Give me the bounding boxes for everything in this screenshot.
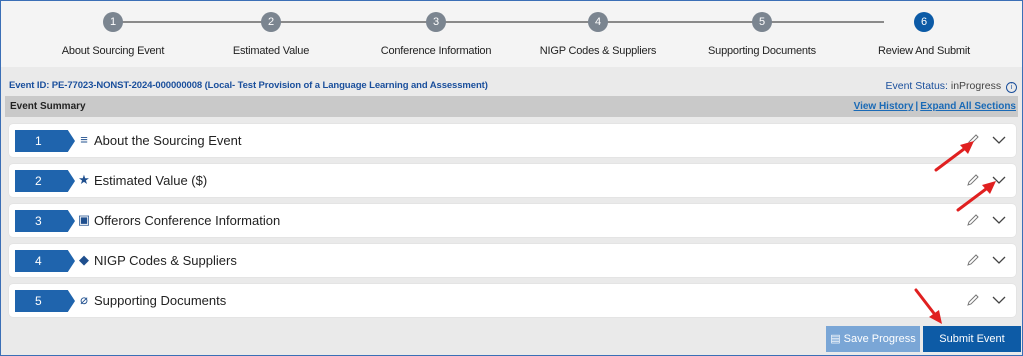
section-about-sourcing-event[interactable]: 1 ≡ About the Sourcing Event bbox=[9, 124, 1016, 157]
step-4-label: NIGP Codes & Suppliers bbox=[539, 45, 657, 57]
submit-event-button[interactable]: Submit Event bbox=[923, 326, 1021, 352]
chevron-down-icon[interactable] bbox=[992, 295, 1006, 305]
section-1-title: About the Sourcing Event bbox=[94, 133, 242, 148]
step-5[interactable]: 5 Supporting Documents bbox=[692, 12, 832, 57]
step-2[interactable]: 2 Estimated Value bbox=[201, 12, 341, 57]
info-icon[interactable]: i bbox=[1006, 82, 1017, 93]
section-estimated-value[interactable]: 2 ★ Estimated Value ($) bbox=[9, 164, 1016, 197]
section-3-number-badge: 3 bbox=[15, 210, 75, 232]
section-5-number-badge: 5 bbox=[15, 290, 75, 312]
section-2-number-badge: 2 bbox=[15, 170, 75, 192]
progress-stepper: 1 About Sourcing Event 2 Estimated Value… bbox=[1, 1, 1022, 67]
pencil-icon[interactable] bbox=[965, 172, 981, 188]
chevron-down-icon[interactable] bbox=[992, 215, 1006, 225]
chevron-down-icon[interactable] bbox=[992, 135, 1006, 145]
section-3-title: Offerors Conference Information bbox=[94, 213, 281, 228]
chevron-down-icon[interactable] bbox=[992, 255, 1006, 265]
event-status-label: Event Status: bbox=[885, 80, 948, 92]
event-status: Event Status: inProgress i bbox=[885, 80, 1017, 93]
section-4-number-badge: 4 bbox=[15, 250, 75, 272]
event-status-value: inProgress bbox=[950, 80, 1002, 92]
paperclip-icon: ⌀ bbox=[80, 292, 88, 307]
step-3-label: Conference Information bbox=[380, 45, 492, 57]
pencil-icon[interactable] bbox=[965, 252, 981, 268]
save-icon: ▤ bbox=[830, 333, 841, 345]
calendar-icon: ▣ bbox=[77, 212, 91, 227]
step-1-circle: 1 bbox=[103, 12, 123, 32]
section-4-title: NIGP Codes & Suppliers bbox=[94, 253, 237, 268]
step-6-label: Review And Submit bbox=[878, 45, 970, 57]
pencil-icon[interactable] bbox=[965, 132, 981, 148]
section-supporting-documents[interactable]: 5 ⌀ Supporting Documents bbox=[9, 284, 1016, 317]
list-icon: ≡ bbox=[80, 132, 88, 147]
save-progress-label: Save Progress bbox=[843, 333, 916, 345]
step-5-circle: 5 bbox=[752, 12, 772, 32]
step-2-label: Estimated Value bbox=[232, 45, 310, 57]
event-summary-title: Event Summary bbox=[10, 101, 86, 112]
tag-icon: ◆ bbox=[79, 252, 89, 267]
section-offerors-conference[interactable]: 3 ▣ Offerors Conference Information bbox=[9, 204, 1016, 237]
event-summary-bar: Event Summary View History | Expand All Se… bbox=[5, 96, 1018, 117]
step-6[interactable]: 6 Review And Submit bbox=[854, 12, 994, 57]
event-id: Event ID: PE-77023-NONST-2024-000000008 … bbox=[9, 80, 488, 91]
save-progress-button[interactable]: ▤ Save Progress bbox=[826, 326, 920, 352]
step-6-circle: 6 bbox=[914, 12, 934, 32]
star-icon: ★ bbox=[78, 172, 90, 187]
step-1-label: About Sourcing Event bbox=[61, 45, 165, 57]
link-separator: | bbox=[915, 101, 919, 112]
section-2-title: Estimated Value ($) bbox=[94, 173, 208, 188]
step-4[interactable]: 4 NIGP Codes & Suppliers bbox=[528, 12, 668, 57]
step-3[interactable]: 3 Conference Information bbox=[366, 12, 506, 57]
chevron-down-icon[interactable] bbox=[992, 175, 1006, 185]
section-1-number-badge: 1 bbox=[15, 130, 75, 152]
step-5-label: Supporting Documents bbox=[708, 45, 816, 57]
pencil-icon[interactable] bbox=[965, 212, 981, 228]
view-history-link[interactable]: View History bbox=[854, 101, 914, 112]
step-1[interactable]: 1 About Sourcing Event bbox=[43, 12, 183, 57]
section-5-title: Supporting Documents bbox=[94, 293, 227, 308]
section-nigp-codes-suppliers[interactable]: 4 ◆ NIGP Codes & Suppliers bbox=[9, 244, 1016, 277]
summary-links: View History | Expand All Sections bbox=[854, 101, 1016, 112]
step-2-circle: 2 bbox=[261, 12, 281, 32]
pencil-icon[interactable] bbox=[965, 292, 981, 308]
step-3-circle: 3 bbox=[426, 12, 446, 32]
expand-all-sections-link[interactable]: Expand All Sections bbox=[920, 101, 1016, 112]
step-4-circle: 4 bbox=[588, 12, 608, 32]
